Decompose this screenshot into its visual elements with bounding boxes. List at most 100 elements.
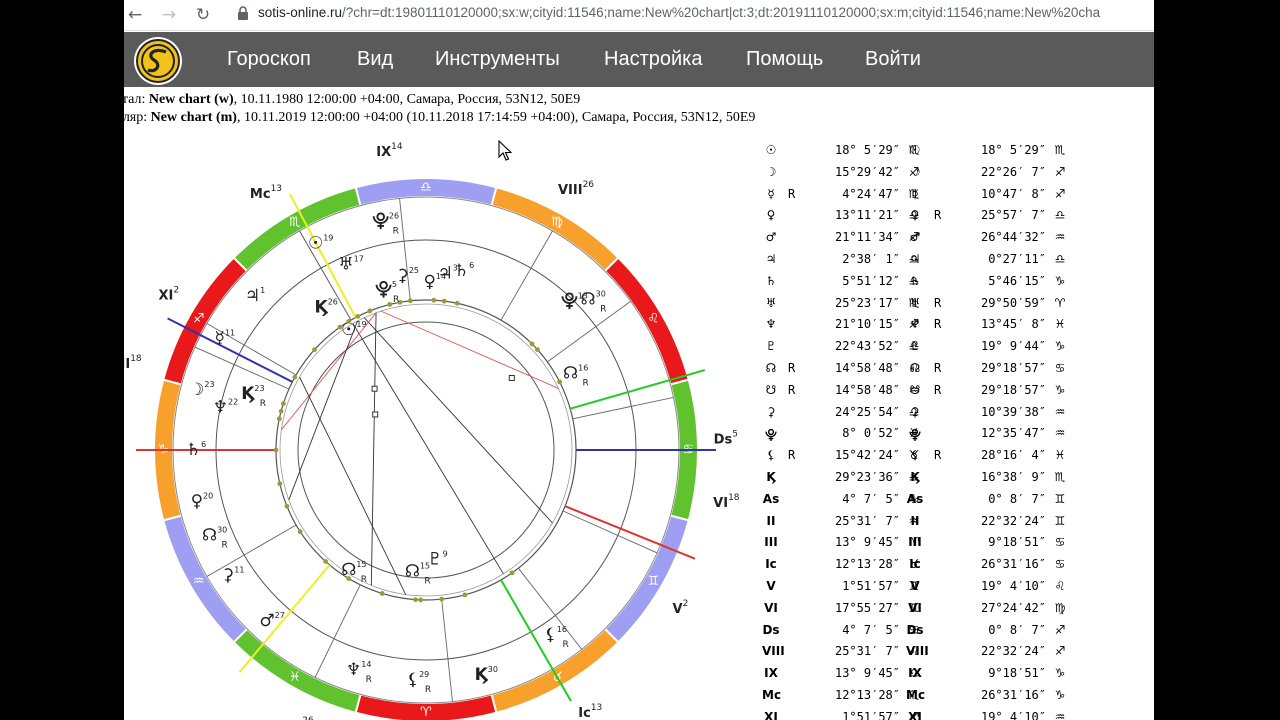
planet-glyph: ⯓ [372,212,389,232]
symbol-natal: ♀ [766,208,776,223]
position-solar: 19° 9′44″ [980,339,1046,354]
position-solar: 0° 8′ 7″ [988,491,1046,506]
house-label: V2 [673,599,689,617]
horoscope-wheel: ♎♍♌♋♊♉♈♓♒♑♐♏IX14VIII26Mc13XI2XII18Ds5VI1… [124,142,740,720]
position-natal: 4° 7′ 5″ [842,491,900,506]
planet-degree: 14 [361,659,371,668]
position-natal: 13° 9′45″ [834,666,900,681]
site-logo[interactable] [134,37,182,85]
symbol-solar: ♄ [909,273,921,288]
outer-planet: ♃1 [245,286,265,307]
planet-degree: 9 [443,549,448,558]
site-menu-bar: Гороскоп Вид Инструменты Настройка Помощ… [124,32,1154,87]
mouse-cursor-icon [498,139,513,166]
menu-view[interactable]: Вид [357,48,393,71]
sign-glyph: ♒ [193,574,205,589]
position-natal: 1°51′57″ [842,709,900,720]
planet-degree: 30 [596,289,606,298]
position-natal: 14°58′48″ [834,382,900,397]
position-solar: 29°50′59″ [980,295,1046,310]
planet-glyph: ⚳ [222,565,234,585]
position-natal: 24°25′54″ [834,404,900,419]
retro-solar: R [934,382,942,397]
position-natal: 25°23′17″ [834,295,900,310]
position-solar: 18° 5′29″ [980,143,1046,157]
retrograde-marker: R [366,675,372,685]
planet-degree: 16 [557,625,567,634]
back-arrow-icon[interactable]: ← [124,3,147,27]
planet-glyph: ⯓ [561,292,578,312]
lock-icon[interactable] [237,6,249,22]
position-natal: 22°43′52″ [834,339,900,354]
planet-marker-dot [431,297,437,303]
symbol-solar: III [908,535,922,550]
menu-tools[interactable]: Инструменты [435,48,560,71]
retrograde-marker: R [562,640,568,650]
planet-glyph: ♆ [346,660,361,680]
position-natal: 2°38′ 1″ [842,251,900,266]
planet-degree: 17 [354,254,364,263]
planet-marker-dot [439,596,445,602]
sign-solar: ♑ [1054,382,1066,397]
menu-help[interactable]: Помощь [746,48,823,71]
symbol-natal: ☽ [765,164,777,179]
outer-planet: ♀20 [191,491,214,512]
house-label: Ds5 [714,430,738,448]
symbol-solar: ☋ [909,382,921,397]
house-label-text: V [673,601,683,616]
position-solar: 16°38′ 9″ [980,469,1046,484]
planet-degree: 23 [254,383,264,392]
sign-glyph: ♐ [193,311,205,326]
retrograde-marker: R [260,399,266,409]
reload-icon[interactable]: ↻ [191,3,215,27]
house-label-degree: 2 [173,285,179,295]
position-natal: 5°51′12″ [842,273,900,288]
retro-solar: R [934,208,942,223]
position-natal: 12°13′28″ [834,557,900,572]
planet-degree: 27 [275,610,285,619]
menu-login[interactable]: Войти [865,48,921,71]
sign-solar: ♍ [1054,600,1066,615]
symbol-natal: ♂ [765,230,777,245]
position-natal: 15°29′42″ [834,164,900,179]
sign-solar: ♈ [1054,295,1066,310]
retro-solar: R [934,317,942,332]
house-label-text: Ic [578,705,591,720]
sign-glyph: ♏ [289,215,301,230]
symbol-natal: ☿ [767,186,775,201]
house-label-degree: 14 [391,142,403,152]
house-label-degree: 13 [591,703,602,713]
planet-marker-dot [280,401,286,407]
outer-planet: ♆22 [213,397,238,418]
house-label-degree: 26 [583,180,595,190]
symbol-solar: ⚸ [910,448,920,463]
browser-toolbar: ← → ↻ sotis-online.ru/?chr=dt:1980111012… [124,0,1154,31]
position-solar: 0°27′11″ [988,251,1046,266]
menu-settings[interactable]: Настройка [604,48,702,71]
house-cusp-line [441,599,453,702]
position-solar: 10°47′ 8″ [980,186,1046,201]
menu-horoscope[interactable]: Гороскоп [227,48,311,71]
house-label: Mc13 [250,184,282,202]
house-label: VIII26 [558,180,594,198]
forward-arrow-icon[interactable]: → [157,3,181,27]
position-solar: 12°35′47″ [980,426,1046,441]
position-natal: 1°51′57″ [842,578,900,593]
symbol-natal: III [764,535,778,550]
retrograde-marker: R [361,575,367,585]
sign-glyph: ♓ [289,670,301,685]
aspect-marker [371,385,378,392]
planet-degree: 19 [356,319,366,328]
house-cusp-line [547,300,631,363]
sign-solar: ♎ [1054,251,1066,266]
address-bar[interactable]: sotis-online.ru/?chr=dt:19801110120000;s… [258,5,1154,20]
symbol-solar: ☉ [909,143,921,157]
house-label-text: VI [713,495,728,510]
planet-marker-dot [418,597,424,603]
position-solar: 13°45′ 8″ [980,317,1046,332]
sign-solar: ♐ [1054,622,1066,637]
planet-degree: 1 [260,286,265,295]
house-cusp-line [500,230,553,321]
symbol-solar: ☊ [909,360,921,375]
aspect-marker [372,411,379,418]
